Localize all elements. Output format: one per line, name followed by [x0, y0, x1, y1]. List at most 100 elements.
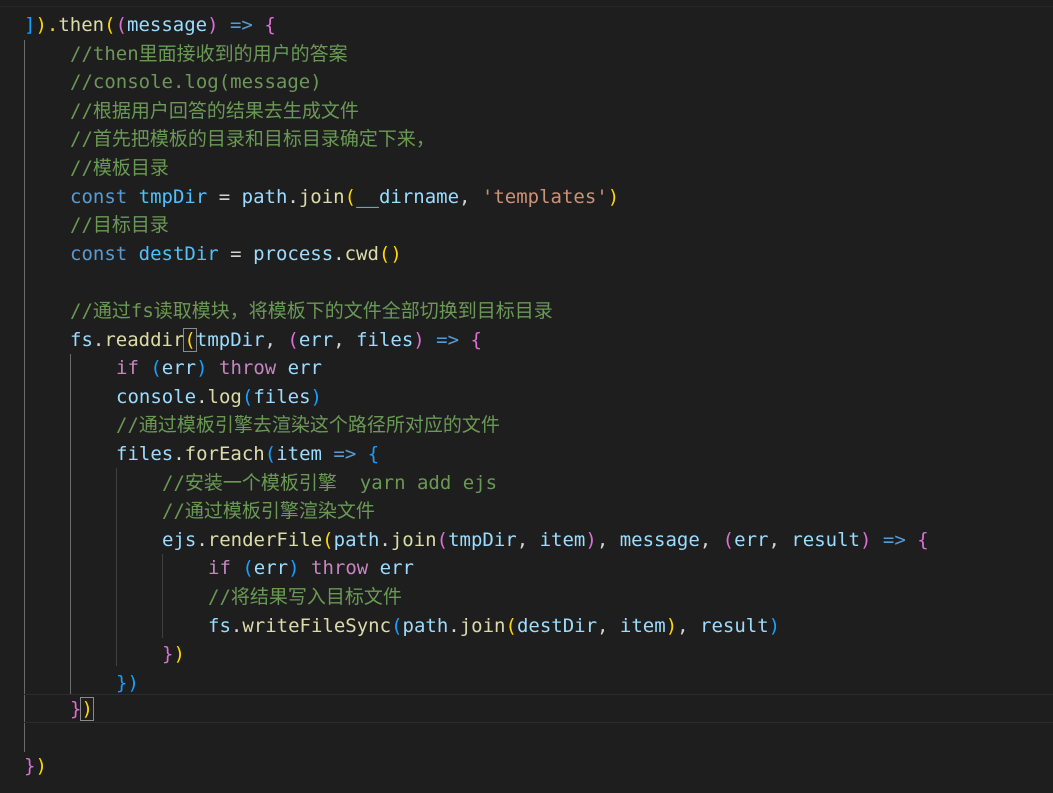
code-line-6[interactable]: //模板目录	[70, 154, 1053, 183]
bracket: (	[230, 557, 254, 580]
code-line-20[interactable]: if (err) throw err	[208, 554, 1053, 583]
comment: //通过模板引擎去渲染这个路径所对应的文件	[116, 414, 500, 437]
arrow: =>	[871, 528, 918, 551]
bracket: (	[344, 185, 357, 208]
operator: =	[218, 242, 254, 265]
punctuation: ,	[677, 614, 701, 637]
arrow: =>	[424, 328, 471, 351]
punctuation: ).	[35, 14, 59, 36]
punctuation: .	[92, 328, 105, 351]
thrown-value: err	[368, 557, 414, 580]
bracket: ()	[378, 242, 402, 265]
object-name: path	[402, 614, 449, 637]
bracket: {	[917, 528, 929, 551]
keyword-throw: throw	[311, 557, 369, 580]
keyword-throw: throw	[219, 357, 277, 380]
object-name: console	[116, 385, 197, 408]
method-name: readdir	[104, 328, 185, 351]
code-line-4[interactable]: //根据用户回答的结果去生成文件	[70, 97, 1053, 126]
comment: //模板目录	[70, 157, 169, 179]
code-line-27[interactable]: })	[24, 752, 1053, 781]
arrow: =>	[321, 443, 368, 465]
code-line-15[interactable]: //通过模板引擎去渲染这个路径所对应的文件	[116, 411, 1053, 440]
bracket: (	[138, 357, 162, 380]
parameter: item	[276, 443, 322, 465]
comment: //通过fs读取模块，将模板下的文件全部切换到目标目录	[70, 300, 553, 322]
bracket: }	[70, 698, 82, 721]
punctuation: ,	[264, 328, 288, 351]
method-name: join	[298, 185, 345, 208]
bracket: (	[505, 614, 517, 637]
matched-bracket: )	[80, 697, 94, 722]
code-line-18[interactable]: //通过模板引擎渲染文件	[162, 497, 1053, 526]
code-line-17[interactable]: //安装一个模板引擎 yarn add ejs	[162, 469, 1053, 498]
punctuation: ,	[699, 528, 723, 551]
bracket: )	[127, 671, 139, 694]
parameter: err	[298, 328, 334, 351]
bracket: {	[367, 443, 380, 465]
code-line-2[interactable]: //then里面接收到的用户的答案	[70, 40, 1053, 69]
bracket: }	[162, 643, 174, 666]
indent-guide	[116, 468, 117, 666]
code-line-8[interactable]: //目标目录	[70, 211, 1053, 240]
punctuation: .	[173, 443, 185, 465]
method-name: cwd	[344, 242, 379, 265]
punctuation: ,	[597, 614, 620, 637]
code-line-11[interactable]: //通过fs读取模块，将模板下的文件全部切换到目标目录	[70, 297, 1053, 326]
bracket: )	[768, 614, 781, 637]
punctuation: ,	[516, 528, 540, 551]
bracket: )	[207, 14, 219, 36]
bracket: (	[722, 528, 735, 551]
code-line-12[interactable]: fs.readdir(tmpDir, (err, files) => {	[70, 326, 1053, 355]
string-literal: 'templates'	[481, 185, 608, 208]
bracket: )	[665, 614, 678, 637]
punctuation: .	[196, 528, 208, 551]
code-line-3[interactable]: //console.log(message)	[70, 68, 1053, 97]
code-line-1[interactable]: ]).then((message) => {	[24, 11, 1053, 40]
keyword-if: if	[208, 557, 231, 580]
object-name: process	[253, 242, 334, 265]
object-name: files	[116, 443, 174, 465]
object-name: path	[333, 528, 380, 551]
bracket: )	[310, 385, 322, 408]
code-line-25-current[interactable]: })	[24, 694, 1053, 723]
argument: item	[619, 614, 666, 637]
variable-name: tmpDir	[138, 185, 208, 208]
argument: message	[619, 528, 700, 551]
object-name: fs	[70, 328, 93, 351]
bracket: ]	[24, 14, 36, 36]
condition: err	[161, 357, 197, 380]
code-line-7[interactable]: const tmpDir = path.join(__dirname, 'tem…	[70, 183, 1053, 212]
indent-guide	[70, 354, 71, 694]
argument: files	[253, 385, 311, 408]
punctuation: .	[287, 185, 299, 208]
bracket: (	[264, 443, 277, 465]
code-line-5[interactable]: //首先把模板的目录和目标目录确定下来，	[70, 125, 1053, 154]
code-line-21[interactable]: //将结果写入目标文件	[208, 583, 1053, 612]
code-line-22[interactable]: fs.writeFileSync(path.join(destDir, item…	[208, 612, 1053, 641]
bracket: )	[859, 528, 872, 551]
bracket: {	[470, 328, 482, 351]
punctuation: .	[196, 385, 208, 408]
code-line-9[interactable]: const destDir = process.cwd()	[70, 240, 1053, 269]
punctuation: .	[379, 528, 391, 551]
comment: //then里面接收到的用户的答案	[70, 42, 348, 65]
code-line-19[interactable]: ejs.renderFile(path.join(tmpDir, item), …	[162, 526, 1053, 555]
parameter: result	[791, 528, 860, 551]
bracket: )	[35, 755, 47, 777]
code-line-16[interactable]: files.forEach(item => {	[116, 440, 1053, 469]
comment: //根据用户回答的结果去生成文件	[70, 99, 359, 122]
variable-name: destDir	[138, 242, 219, 265]
code-line-24[interactable]: })	[116, 669, 1053, 698]
argument: destDir	[516, 614, 598, 637]
code-line-14[interactable]: console.log(files)	[116, 383, 1053, 412]
bracket: )	[607, 185, 620, 208]
code-line-23[interactable]: })	[162, 640, 1053, 669]
code-editor[interactable]: ]).then((message) => { //then里面接收到的用户的答案…	[0, 0, 1053, 793]
code-line-13[interactable]: if (err) throw err	[116, 354, 1053, 383]
bracket: (	[436, 528, 449, 551]
comment: //首先把模板的目录和目标目录确定下来，	[70, 128, 435, 151]
condition: err	[253, 557, 289, 580]
method-name: log	[207, 385, 242, 408]
method-name: forEach	[184, 443, 265, 465]
